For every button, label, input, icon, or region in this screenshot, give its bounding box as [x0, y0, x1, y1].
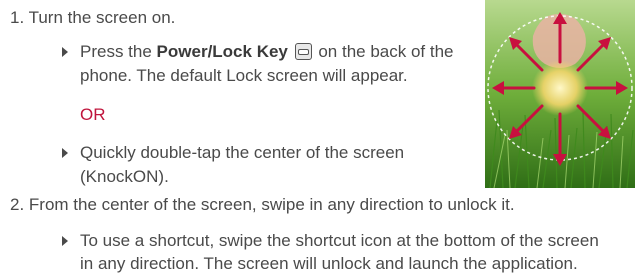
bullet-icon: [62, 47, 68, 57]
bullet-icon: [62, 236, 68, 246]
or-label: OR: [80, 105, 106, 124]
bullet-2-line-2: (KnockON).: [80, 167, 169, 186]
bullet-3-line-2: in any direction. The screen will unlock…: [80, 254, 578, 273]
power-lock-key-icon: [294, 43, 312, 60]
step-2: 2. From the center of the screen, swipe …: [10, 195, 515, 214]
bullet-icon: [62, 148, 68, 158]
bullet-1-line-1: Press the Power/Lock Key on the back of …: [80, 42, 454, 61]
step-1: 1. Turn the screen on.: [10, 8, 176, 27]
power-lock-key-label: Power/Lock Key: [156, 42, 288, 61]
bullet-3-line-1: To use a shortcut, swipe the shortcut ic…: [80, 231, 599, 250]
bullet-1-line-2: phone. The default Lock screen will appe…: [80, 66, 408, 85]
unlock-swipe-illustration: [485, 0, 635, 188]
bullet-2-line-1: Quickly double-tap the center of the scr…: [80, 143, 405, 162]
